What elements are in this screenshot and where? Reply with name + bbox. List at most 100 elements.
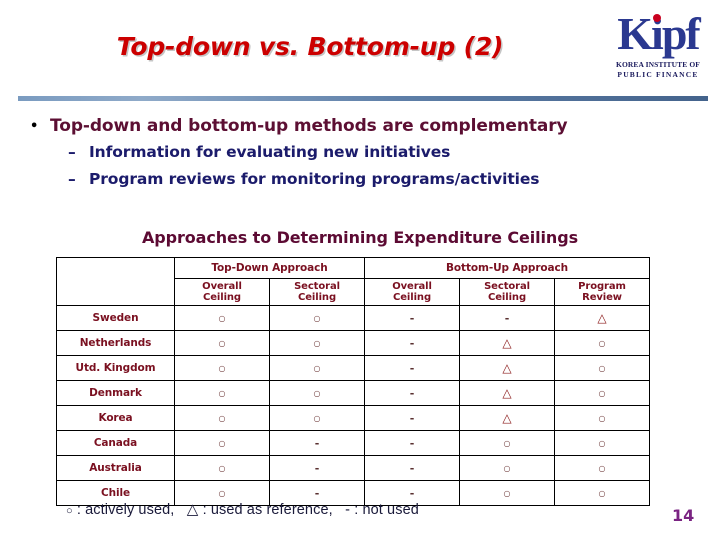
country-cell: Netherlands [56, 330, 175, 356]
sub-header-bu-sectoral-ceiling: Sectoral Ceiling [459, 278, 556, 306]
dash-mark-icon: - [409, 436, 415, 450]
table-row: Netherlands ○ ○ - △ ○ [56, 330, 651, 356]
country-cell: Utd. Kingdom [56, 355, 175, 381]
circle-mark-icon: ○ [598, 338, 606, 348]
mark-cell: ○ [174, 355, 270, 381]
table-row: Utd. Kingdom ○ ○ - △ ○ [56, 355, 651, 381]
bullet-level2-1-text: Information for evaluating new initiativ… [89, 143, 451, 161]
bullet-list: • Top-down and bottom-up methods are comp… [30, 114, 700, 193]
circle-mark-icon: ○ [313, 413, 321, 423]
circle-mark-icon: ○ [503, 438, 511, 448]
sub-header-line2: Ceiling [393, 292, 431, 303]
mark-cell: - [364, 305, 461, 331]
dash-mark-icon: - [314, 486, 320, 500]
dash-marker-icon: – [68, 143, 76, 161]
circle-mark-icon: ○ [313, 313, 321, 323]
sub-header-line2: Ceiling [298, 292, 336, 303]
circle-mark-icon: ○ [218, 388, 226, 398]
dash-mark-icon: - [504, 311, 510, 325]
sub-header-line1: Overall [392, 280, 432, 292]
legend-circle-icon: ○ [66, 505, 73, 517]
legend-dash-icon: - [345, 502, 351, 518]
mark-cell: - [364, 330, 461, 356]
sub-header-line1: Sectoral [294, 280, 340, 292]
mark-cell: ○ [268, 355, 366, 381]
mark-cell: ○ [554, 330, 651, 356]
sub-header-line1: Sectoral [484, 280, 530, 292]
circle-mark-icon: ○ [598, 463, 606, 473]
table-group-header-row: Top-Down Approach Bottom-Up Approach [56, 257, 651, 306]
circle-mark-icon: ○ [218, 413, 226, 423]
country-cell: Korea [56, 405, 175, 431]
circle-mark-icon: ○ [598, 363, 606, 373]
table-row: Denmark ○ ○ - △ ○ [56, 380, 651, 406]
dash-mark-icon: - [314, 436, 320, 450]
table-corner-cell [56, 257, 175, 306]
mark-cell: △ [459, 355, 556, 381]
sub-header-line2: Ceiling [488, 292, 526, 303]
dash-mark-icon: - [409, 336, 415, 350]
legend-triangle-icon: △ [186, 501, 199, 518]
table-head: Top-Down Approach Bottom-Up Approach Ove… [56, 257, 651, 306]
mark-cell: ○ [174, 330, 270, 356]
circle-mark-icon: ○ [313, 363, 321, 373]
circle-mark-icon: ○ [598, 413, 606, 423]
header-divider [18, 96, 708, 101]
triangle-mark-icon: △ [502, 361, 512, 375]
mark-cell: △ [459, 405, 556, 431]
mark-cell: ○ [268, 305, 366, 331]
table-row: Sweden ○ ○ - - △ [56, 305, 651, 331]
triangle-mark-icon: △ [502, 336, 512, 350]
circle-mark-icon: ○ [218, 363, 226, 373]
mark-cell: - [268, 455, 366, 481]
mark-cell: - [268, 430, 366, 456]
mark-cell: ○ [459, 455, 556, 481]
sub-header-bu-overall-ceiling: Overall Ceiling [364, 278, 461, 306]
sub-header-line2: Review [582, 292, 622, 303]
bullet-marker-icon: • [30, 119, 39, 134]
mark-cell: - [364, 380, 461, 406]
dash-marker-icon: – [68, 170, 76, 188]
bullet-level2-2-text: Program reviews for monitoring programs/… [89, 170, 540, 188]
mark-cell: - [364, 455, 461, 481]
circle-mark-icon: ○ [598, 438, 606, 448]
sub-header-line2: Ceiling [203, 292, 241, 303]
sub-header-bu-program-review: Program Review [554, 278, 651, 306]
group-header-bottom-up: Bottom-Up Approach [364, 257, 651, 279]
circle-mark-icon: ○ [313, 388, 321, 398]
mark-cell: ○ [554, 455, 651, 481]
mark-cell: ○ [268, 380, 366, 406]
dash-mark-icon: - [409, 386, 415, 400]
dash-mark-icon: - [409, 461, 415, 475]
circle-mark-icon: ○ [503, 463, 511, 473]
group-header-top-down: Top-Down Approach [173, 257, 366, 279]
mark-cell: △ [459, 330, 556, 356]
legend-dash-text: : not used [354, 502, 419, 518]
slide-header: Top-down vs. Bottom-up (2) Kipf KOREA IN… [0, 0, 720, 98]
mark-cell: ○ [174, 430, 270, 456]
legend-triangle-text: : used as reference, [202, 502, 333, 518]
approaches-table: Top-Down Approach Bottom-Up Approach Ove… [56, 257, 651, 506]
bullet-level1-text: Top-down and bottom-up methods are compl… [50, 116, 568, 136]
country-cell: Canada [56, 430, 175, 456]
mark-cell: ○ [554, 405, 651, 431]
circle-mark-icon: ○ [218, 488, 226, 498]
legend-circle-text: : actively used, [76, 502, 175, 518]
bullet-level2-2: – Program reviews for monitoring programs… [68, 166, 700, 193]
table-row: Canada ○ - - ○ ○ [56, 430, 651, 456]
table-row: Korea ○ ○ - △ ○ [56, 405, 651, 431]
sub-header-line1: Program [578, 280, 626, 292]
logo-subtitle-line1: KOREA INSTITUTE OF [616, 60, 700, 69]
sub-header-td-sectoral-ceiling: Sectoral Ceiling [268, 278, 366, 306]
sub-header-td-overall-ceiling: Overall Ceiling [174, 278, 270, 306]
mark-cell: - [364, 430, 461, 456]
mark-cell: ○ [554, 380, 651, 406]
mark-cell: ○ [554, 355, 651, 381]
table-legend: ○ : actively used, △ : used as reference… [66, 500, 419, 518]
circle-mark-icon: ○ [598, 488, 606, 498]
kipf-logo: Kipf KOREA INSTITUTE OF PUBLIC FINANCE [603, 8, 713, 92]
table-row: Australia ○ - - ○ ○ [56, 455, 651, 481]
logo-dot-icon [653, 14, 661, 22]
circle-mark-icon: ○ [503, 488, 511, 498]
triangle-mark-icon: △ [502, 411, 512, 425]
